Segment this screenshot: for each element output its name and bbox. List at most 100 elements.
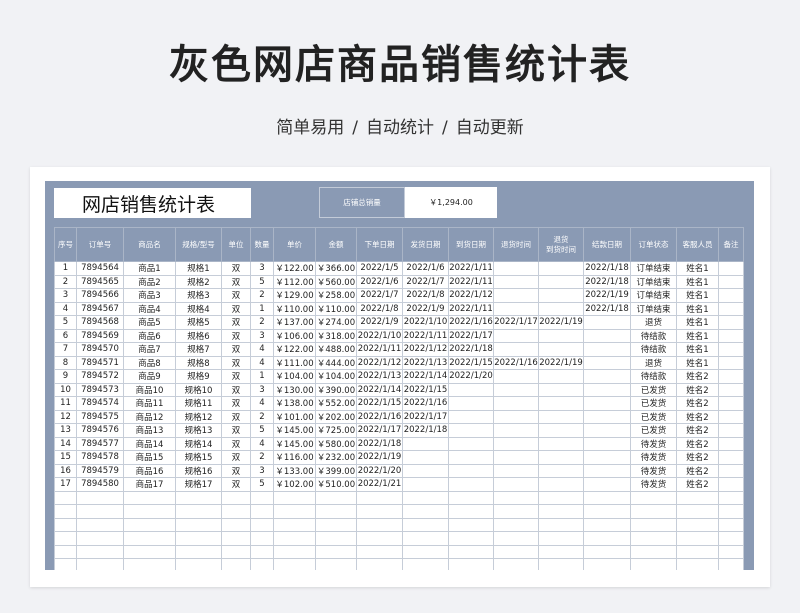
table-cell[interactable]: ￥580.00 — [315, 436, 357, 451]
table-cell[interactable]: 商品14 — [123, 436, 176, 451]
table-cell[interactable]: 2022/1/11 — [448, 261, 494, 276]
empty-cell[interactable] — [76, 558, 124, 570]
table-cell[interactable] — [583, 477, 631, 492]
empty-cell[interactable] — [402, 558, 449, 570]
table-cell[interactable]: 退货 — [630, 355, 677, 370]
empty-cell[interactable] — [54, 504, 77, 519]
table-cell[interactable]: 1 — [250, 301, 274, 316]
table-cell[interactable]: 2022/1/7 — [356, 288, 403, 303]
empty-cell[interactable] — [630, 544, 677, 559]
table-cell[interactable] — [538, 369, 584, 384]
table-cell[interactable]: ￥202.00 — [315, 409, 357, 424]
table-cell[interactable]: 双 — [221, 369, 251, 384]
empty-cell[interactable] — [221, 544, 251, 559]
table-cell[interactable]: 2 — [250, 315, 274, 330]
table-cell[interactable]: 退货 — [630, 315, 677, 330]
empty-cell[interactable] — [273, 517, 316, 532]
table-cell[interactable] — [538, 477, 584, 492]
table-cell[interactable]: ￥102.00 — [273, 477, 316, 492]
table-cell[interactable] — [538, 450, 584, 465]
table-cell[interactable]: 姓名2 — [676, 477, 719, 492]
table-cell[interactable]: 13 — [54, 423, 77, 438]
table-cell[interactable]: 7894578 — [76, 450, 124, 465]
table-cell[interactable]: ￥133.00 — [273, 463, 316, 478]
table-cell[interactable] — [448, 450, 494, 465]
table-cell[interactable]: 规格4 — [175, 301, 222, 316]
table-cell[interactable]: ￥116.00 — [273, 450, 316, 465]
empty-cell[interactable] — [583, 531, 631, 546]
table-cell[interactable]: 双 — [221, 355, 251, 370]
table-cell[interactable]: ￥274.00 — [315, 315, 357, 330]
table-cell[interactable]: 3 — [54, 288, 77, 303]
table-cell[interactable]: 规格3 — [175, 288, 222, 303]
table-cell[interactable] — [718, 396, 744, 411]
empty-cell[interactable] — [356, 504, 403, 519]
table-cell[interactable]: ￥444.00 — [315, 355, 357, 370]
table-cell[interactable]: 7894567 — [76, 301, 124, 316]
table-cell[interactable] — [583, 463, 631, 478]
table-cell[interactable]: 已发货 — [630, 382, 677, 397]
empty-cell[interactable] — [493, 504, 539, 519]
table-cell[interactable] — [493, 396, 539, 411]
table-cell[interactable]: 待发货 — [630, 463, 677, 478]
empty-cell[interactable] — [123, 544, 176, 559]
column-header[interactable]: 订单状态 — [630, 227, 677, 262]
table-cell[interactable]: 姓名2 — [676, 396, 719, 411]
table-cell[interactable]: 姓名1 — [676, 315, 719, 330]
table-cell[interactable] — [448, 436, 494, 451]
empty-cell[interactable] — [250, 558, 274, 570]
empty-cell[interactable] — [315, 504, 357, 519]
empty-cell[interactable] — [221, 531, 251, 546]
empty-cell[interactable] — [402, 517, 449, 532]
empty-cell[interactable] — [175, 544, 222, 559]
table-cell[interactable]: ￥106.00 — [273, 328, 316, 343]
empty-cell[interactable] — [76, 490, 124, 505]
empty-cell[interactable] — [273, 558, 316, 570]
table-cell[interactable]: 姓名2 — [676, 382, 719, 397]
table-cell[interactable]: 2022/1/16 — [356, 409, 403, 424]
column-header[interactable]: 结款日期 — [583, 227, 631, 262]
empty-cell[interactable] — [250, 504, 274, 519]
table-cell[interactable]: 2022/1/18 — [402, 423, 449, 438]
table-cell[interactable]: 已发货 — [630, 409, 677, 424]
table-cell[interactable]: 2022/1/19 — [538, 355, 584, 370]
table-cell[interactable]: 17 — [54, 477, 77, 492]
table-cell[interactable] — [718, 423, 744, 438]
table-cell[interactable]: 规格2 — [175, 274, 222, 289]
table-cell[interactable]: 待发货 — [630, 450, 677, 465]
empty-cell[interactable] — [493, 517, 539, 532]
table-cell[interactable]: 规格13 — [175, 423, 222, 438]
empty-cell[interactable] — [315, 490, 357, 505]
table-cell[interactable]: 商品1 — [123, 261, 176, 276]
table-cell[interactable]: 待结款 — [630, 342, 677, 357]
empty-cell[interactable] — [402, 490, 449, 505]
table-cell[interactable] — [493, 342, 539, 357]
empty-cell[interactable] — [538, 490, 584, 505]
table-cell[interactable]: ￥318.00 — [315, 328, 357, 343]
empty-cell[interactable] — [356, 490, 403, 505]
table-cell[interactable] — [718, 409, 744, 424]
table-cell[interactable]: 商品13 — [123, 423, 176, 438]
table-cell[interactable] — [583, 396, 631, 411]
empty-cell[interactable] — [538, 531, 584, 546]
table-cell[interactable]: 2022/1/15 — [356, 396, 403, 411]
table-cell[interactable]: 2022/1/17 — [402, 409, 449, 424]
table-cell[interactable]: 4 — [250, 436, 274, 451]
empty-cell[interactable] — [718, 531, 744, 546]
empty-cell[interactable] — [76, 504, 124, 519]
empty-cell[interactable] — [123, 531, 176, 546]
table-cell[interactable]: 3 — [250, 261, 274, 276]
column-header[interactable]: 金额 — [315, 227, 357, 262]
empty-cell[interactable] — [54, 544, 77, 559]
table-cell[interactable]: 12 — [54, 409, 77, 424]
table-cell[interactable]: 2022/1/12 — [356, 355, 403, 370]
empty-cell[interactable] — [630, 531, 677, 546]
column-header[interactable]: 单价 — [273, 227, 316, 262]
table-cell[interactable] — [718, 274, 744, 289]
table-cell[interactable]: 2022/1/5 — [356, 261, 403, 276]
table-cell[interactable]: 规格17 — [175, 477, 222, 492]
table-cell[interactable]: 姓名1 — [676, 342, 719, 357]
table-cell[interactable]: 2022/1/16 — [493, 355, 539, 370]
table-cell[interactable]: 商品8 — [123, 355, 176, 370]
table-cell[interactable]: 双 — [221, 315, 251, 330]
